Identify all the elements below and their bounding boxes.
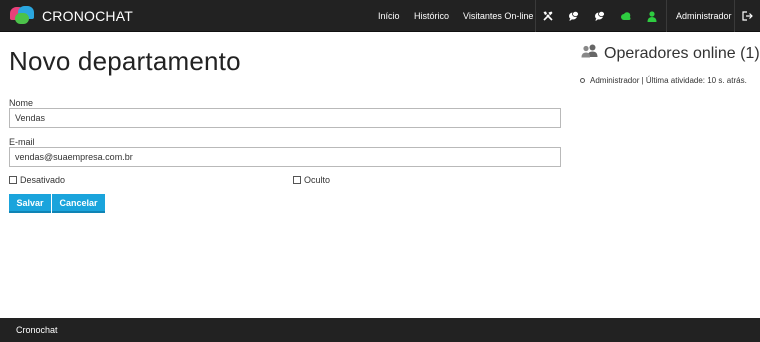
nav-link-inicio[interactable]: Início <box>378 0 400 32</box>
cloud-icon[interactable] <box>616 0 636 32</box>
user-icon[interactable] <box>642 0 662 32</box>
list-item: Administrador | Última atividade: 10 s. … <box>580 76 747 85</box>
operator-status: Administrador | Última atividade: 10 s. … <box>590 76 747 85</box>
user-menu[interactable]: Administrador <box>676 0 732 32</box>
logout-icon[interactable] <box>737 0 757 32</box>
top-navbar: CRONOCHAT Início Histórico Visitantes On… <box>0 0 760 32</box>
footer: Cronochat <box>0 318 760 342</box>
operators-title: Operadores online (1) <box>604 44 760 62</box>
chat-bubbles-icon[interactable] <box>590 0 610 32</box>
footer-text: Cronochat <box>16 325 58 335</box>
disabled-option[interactable]: Desativado <box>9 175 65 185</box>
nav-link-historico[interactable]: Histórico <box>414 0 449 32</box>
bullet-icon <box>580 78 585 83</box>
disabled-label: Desativado <box>20 175 66 185</box>
hidden-label: Oculto <box>304 175 331 185</box>
chat-bubbles-icon[interactable] <box>564 0 584 32</box>
cancel-button[interactable]: Cancelar <box>52 194 105 213</box>
email-label: E-mail <box>9 137 35 147</box>
brand-name: CRONOCHAT <box>42 8 133 24</box>
name-label: Nome <box>9 98 34 108</box>
operators-header: Operadores online (1) <box>581 44 760 63</box>
nav-divider <box>666 0 667 32</box>
nav-divider <box>535 0 536 32</box>
tools-icon[interactable] <box>538 0 558 32</box>
email-field[interactable] <box>9 147 561 167</box>
save-button[interactable]: Salvar <box>9 194 51 213</box>
brand-logo <box>10 6 36 26</box>
page-title: Novo departamento <box>9 46 241 76</box>
users-icon <box>581 44 598 63</box>
nav-link-visitantes-online[interactable]: Visitantes On-line <box>463 0 533 32</box>
name-field[interactable] <box>9 108 561 128</box>
hidden-option[interactable]: Oculto <box>293 175 330 185</box>
hidden-checkbox[interactable] <box>293 176 301 184</box>
brand[interactable]: CRONOCHAT <box>10 5 133 27</box>
nav-divider <box>734 0 735 32</box>
disabled-checkbox[interactable] <box>9 176 17 184</box>
